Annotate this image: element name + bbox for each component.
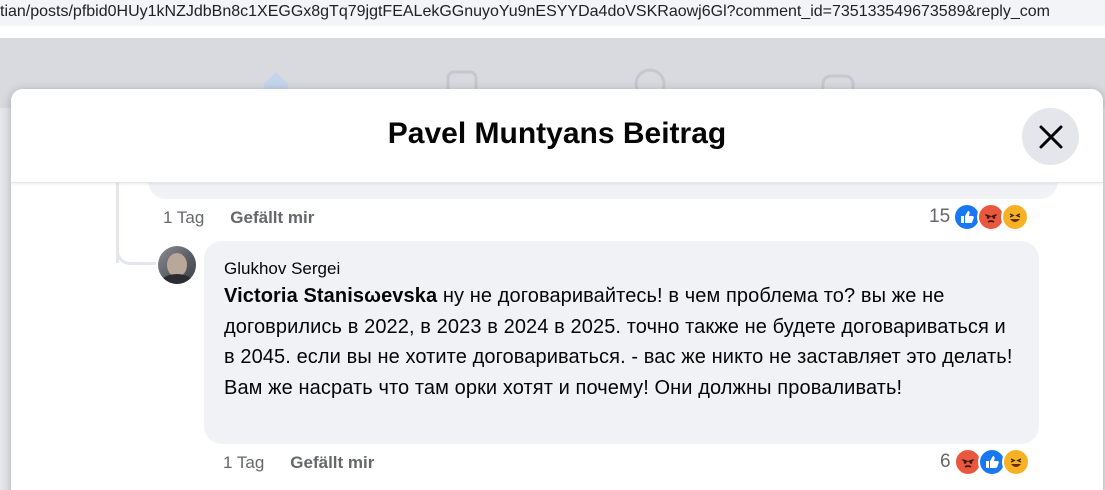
thread-connector [116, 229, 156, 265]
browser-toolbar-gap [0, 26, 1105, 38]
previous-comment-reactions[interactable]: 15 [929, 203, 1030, 231]
mention-link[interactable]: Victoria Stanisωevska [224, 285, 437, 307]
reaction-count: 6 [940, 451, 951, 472]
modal-header: Pavel Muntyans Beitrag [11, 89, 1103, 183]
reaction-count: 15 [929, 206, 951, 227]
reply-reactions[interactable]: 6 [940, 448, 1030, 476]
comment-text: Victoria Stanisωevska ну не договаривайт… [224, 281, 1019, 403]
comment-time[interactable]: 1 Tag [223, 453, 264, 473]
close-icon [1039, 125, 1062, 148]
reply-bubble: Glukhov Sergei Victoria Stanisωevska ну … [204, 241, 1039, 444]
close-button[interactable] [1022, 108, 1079, 165]
post-modal: Pavel Muntyans Beitrag 1 Tag Gefällt mir… [11, 89, 1103, 490]
comment-author[interactable]: Glukhov Sergei [224, 259, 1019, 279]
like-button[interactable]: Gefällt mir [230, 208, 314, 228]
comment-time[interactable]: 1 Tag [163, 208, 204, 228]
previous-comment-actions: 1 Tag Gefällt mir [163, 208, 340, 228]
haha-reaction-icon [1001, 448, 1030, 476]
avatar[interactable] [158, 246, 196, 284]
like-button[interactable]: Gefällt mir [290, 453, 374, 473]
address-bar[interactable]: tian/posts/pfbid0HUy1kNZJdbBn8c1XEGGx8gT… [0, 0, 1105, 26]
modal-title: Pavel Muntyans Beitrag [387, 117, 727, 150]
haha-reaction-icon [1001, 203, 1030, 231]
reply-actions: 1 Tag Gefällt mir [223, 453, 400, 473]
